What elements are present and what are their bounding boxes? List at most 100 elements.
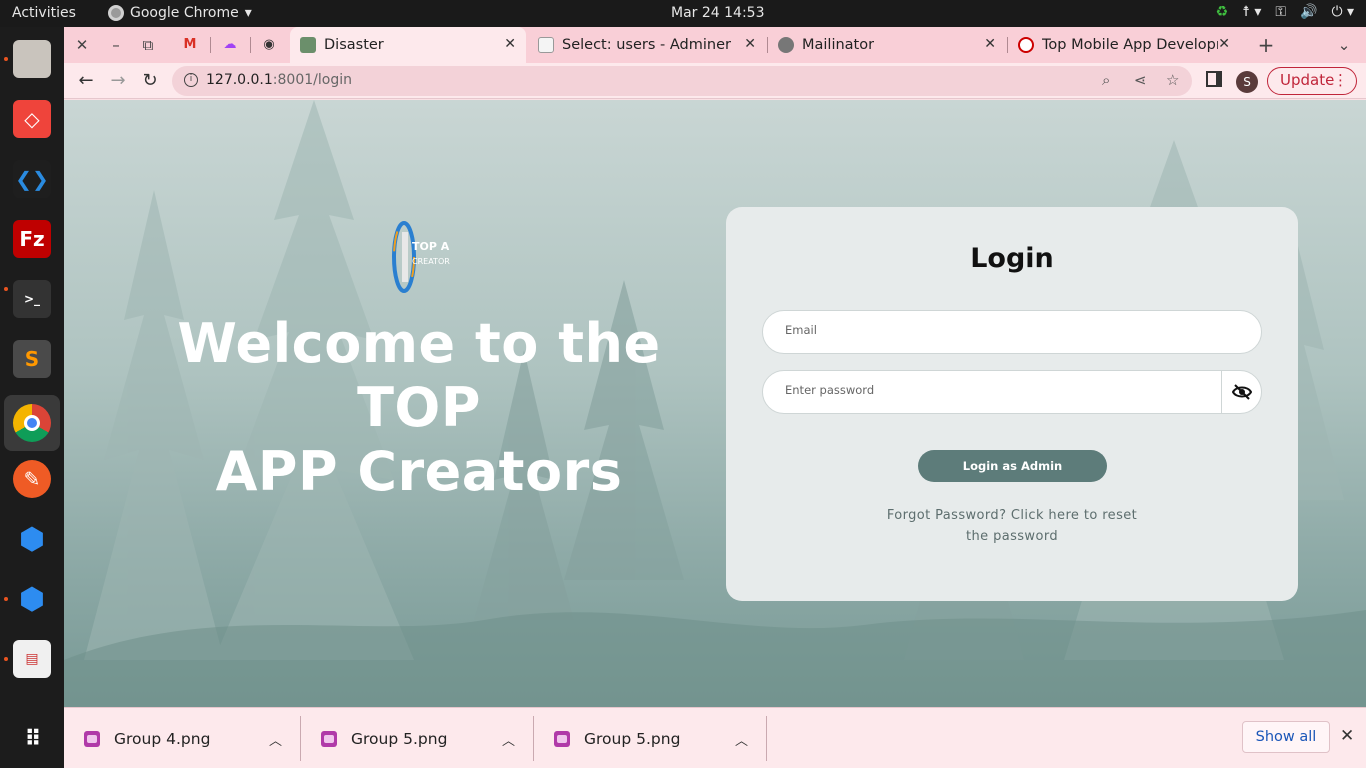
vscode-icon[interactable]: ❮❯ bbox=[10, 157, 54, 201]
volume-icon[interactable]: 🔊 bbox=[1300, 4, 1317, 20]
site-info-icon[interactable]: i bbox=[184, 73, 198, 87]
share-icon[interactable]: ⋖ bbox=[1134, 71, 1147, 89]
clock[interactable]: Mar 24 14:53 bbox=[671, 5, 764, 21]
sync-icon[interactable]: ♻ bbox=[1216, 4, 1229, 20]
browser-toolbar: ← → ↻ i 127.0.0.1:8001/login ⌕ ⋖ ☆ S Upd… bbox=[64, 63, 1366, 99]
chrome-window: ✕ – ⧉ M ☁ ◉ Disaster ✕ Select: users - A… bbox=[64, 27, 1366, 768]
tab-separator bbox=[210, 37, 211, 53]
tab-adminer[interactable]: Select: users - Adminer ✕ bbox=[530, 27, 766, 63]
postman-icon[interactable]: ✎ bbox=[10, 457, 54, 501]
close-tab-icon[interactable]: ✕ bbox=[744, 36, 756, 52]
url-host: 127.0.0.1 bbox=[206, 72, 273, 88]
network-icon[interactable]: ⚿ bbox=[1275, 4, 1286, 20]
kebab-menu-icon: ⋮ bbox=[1333, 71, 1348, 89]
reload-icon[interactable]: ↻ bbox=[138, 69, 162, 93]
tab-disaster[interactable]: Disaster ✕ bbox=[290, 27, 526, 63]
power-icon[interactable]: ⏻ ▾ bbox=[1331, 4, 1354, 20]
system-tray[interactable]: ♻ ☨ ▾ ⚿ 🔊 ⏻ ▾ bbox=[1216, 4, 1354, 20]
gmail-tab-icon[interactable]: M bbox=[179, 35, 201, 55]
address-bar[interactable]: i 127.0.0.1:8001/login ⌕ ⋖ ☆ bbox=[172, 66, 1192, 96]
tab-strip: ✕ – ⧉ M ☁ ◉ Disaster ✕ Select: users - A… bbox=[64, 27, 1366, 63]
running-indicator bbox=[4, 287, 8, 291]
zoom-icon[interactable]: ⌕ bbox=[1102, 71, 1110, 89]
files-icon[interactable] bbox=[10, 37, 54, 81]
bookmark-star-icon[interactable]: ☆ bbox=[1166, 71, 1179, 89]
welcome-line-1: Welcome to the TOP bbox=[177, 312, 661, 439]
running-indicator bbox=[4, 597, 8, 601]
download-filename: Group 5.png bbox=[351, 729, 448, 748]
chevron-down-icon: ▾ bbox=[244, 5, 252, 21]
back-arrow-icon[interactable]: ← bbox=[74, 69, 98, 93]
password-input[interactable] bbox=[785, 383, 1205, 397]
filezilla-icon[interactable]: Fz bbox=[10, 217, 54, 261]
update-label: Update bbox=[1280, 71, 1335, 89]
close-tab-icon[interactable]: ✕ bbox=[504, 36, 516, 52]
tab-title: Top Mobile App Developm bbox=[1042, 37, 1218, 53]
email-field[interactable] bbox=[762, 310, 1262, 354]
system-top-bar: Activities Google Chrome ▾ Mar 24 14:53 … bbox=[0, 0, 1366, 27]
image-file-icon bbox=[84, 730, 100, 747]
tab-title: Select: users - Adminer bbox=[562, 37, 731, 53]
show-apps-icon[interactable]: ⠿ bbox=[10, 717, 54, 761]
svg-text:CREATORS: CREATORS bbox=[412, 257, 450, 266]
show-all-downloads-button[interactable]: Show all bbox=[1242, 721, 1330, 753]
tab-search-chevron-icon[interactable]: ⌄ bbox=[1334, 35, 1354, 55]
tab-separator bbox=[250, 37, 251, 53]
forgot-line-1: Forgot Password? Click here to reset bbox=[886, 508, 1138, 523]
tab-mailinator[interactable]: Mailinator ✕ bbox=[770, 27, 1006, 63]
accessibility-icon[interactable]: ☨ ▾ bbox=[1242, 4, 1261, 20]
tab-title: Disaster bbox=[324, 37, 384, 53]
svg-text:TOP APP: TOP APP bbox=[412, 240, 450, 253]
close-tab-icon[interactable]: ✕ bbox=[1218, 36, 1230, 52]
password-field[interactable] bbox=[762, 370, 1262, 414]
chrome-dock-icon[interactable] bbox=[4, 395, 60, 451]
chevron-up-icon[interactable]: ︿ bbox=[502, 730, 515, 749]
sublime-text-icon[interactable]: S bbox=[10, 337, 54, 381]
login-as-admin-button[interactable]: Login as Admin bbox=[918, 450, 1107, 482]
download-filename: Group 4.png bbox=[114, 729, 211, 748]
downloads-bar: Group 4.png ︿ Group 5.png ︿ Group 5.png … bbox=[64, 707, 1366, 768]
tab-separator bbox=[767, 37, 768, 53]
app-menu[interactable]: Google Chrome ▾ bbox=[108, 5, 252, 21]
forgot-password-link[interactable]: Forgot Password? Click here to reset the… bbox=[876, 505, 1148, 547]
pinned-tab-icon[interactable]: ◉ bbox=[258, 35, 280, 55]
tab-top-mobile[interactable]: Top Mobile App Developm ✕ bbox=[1010, 27, 1240, 63]
running-indicator bbox=[4, 57, 8, 61]
forward-arrow-icon[interactable]: → bbox=[106, 69, 130, 93]
image-file-icon bbox=[554, 730, 570, 747]
running-indicator bbox=[4, 657, 8, 661]
welcome-heading: Welcome to the TOP APP Creators bbox=[124, 312, 714, 504]
login-page: TOP APP CREATORS Welcome to the TOP APP … bbox=[64, 100, 1366, 707]
text-editor-icon[interactable]: ▤ bbox=[10, 637, 54, 681]
download-item[interactable]: Group 5.png ︿ bbox=[301, 708, 533, 768]
download-item[interactable]: Group 5.png ︿ bbox=[534, 708, 766, 768]
login-card: Login Login as Admin Forgot Password? Cl… bbox=[726, 207, 1298, 601]
chevron-up-icon[interactable]: ︿ bbox=[269, 730, 282, 749]
download-filename: Group 5.png bbox=[584, 729, 681, 748]
site-favicon bbox=[300, 37, 316, 53]
side-panel-icon[interactable] bbox=[1206, 71, 1222, 87]
chevron-up-icon[interactable]: ︿ bbox=[735, 730, 748, 749]
app-launcher-b-icon[interactable]: ⬢ bbox=[10, 577, 54, 621]
close-downloads-bar-icon[interactable]: ✕ bbox=[1340, 726, 1354, 746]
activities-button[interactable]: Activities bbox=[12, 5, 76, 21]
toggle-password-visibility-button[interactable] bbox=[1221, 371, 1261, 413]
adminer-favicon bbox=[538, 37, 554, 53]
app-launcher-a-icon[interactable]: ⬢ bbox=[10, 517, 54, 561]
anydesk-icon[interactable]: ◇ bbox=[10, 97, 54, 141]
terminal-icon[interactable]: >_ bbox=[10, 277, 54, 321]
download-item[interactable]: Group 4.png ︿ bbox=[64, 708, 300, 768]
minimize-icon[interactable]: – bbox=[106, 35, 126, 55]
email-input[interactable] bbox=[785, 323, 1205, 337]
new-tab-icon[interactable]: + bbox=[1256, 35, 1276, 55]
cloud-tab-icon[interactable]: ☁ bbox=[219, 35, 241, 55]
url-text[interactable]: 127.0.0.1:8001/login bbox=[206, 72, 352, 88]
app-menu-label: Google Chrome bbox=[130, 5, 239, 21]
profile-avatar[interactable]: S bbox=[1236, 71, 1258, 93]
eye-slash-icon bbox=[1231, 384, 1252, 400]
update-button[interactable]: Update ⋮ bbox=[1267, 67, 1357, 95]
restore-icon[interactable]: ⧉ bbox=[138, 35, 158, 55]
close-window-icon[interactable]: ✕ bbox=[72, 35, 92, 55]
close-tab-icon[interactable]: ✕ bbox=[984, 36, 996, 52]
login-title: Login bbox=[970, 243, 1054, 274]
